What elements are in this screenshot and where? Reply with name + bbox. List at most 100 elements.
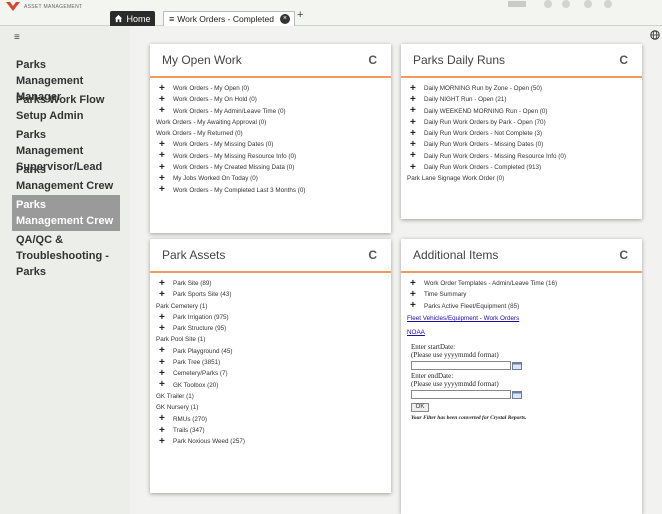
- expand-plus-icon[interactable]: +: [159, 346, 168, 356]
- sidebar-item-parks-work-flow-setup-admin[interactable]: Parks Work Flow Setup Admin: [12, 90, 120, 126]
- tab-work-orders-completed[interactable]: ≡ Work Orders - Completed ×: [163, 11, 295, 26]
- expand-plus-icon[interactable]: +: [159, 289, 168, 300]
- panel-title: My Open Work: [162, 53, 242, 67]
- list-item[interactable]: Park Pool Site (1): [156, 334, 385, 345]
- list-item[interactable]: GK Trailer (1): [156, 391, 385, 402]
- fleet-vehicles-work-orders-link[interactable]: Fleet Vehicles/Equipment - Work Orders: [407, 312, 636, 326]
- list-item-label: Work Orders - My Missing Dates (0): [173, 141, 274, 149]
- list-item-label: Cemetery/Parks (7): [173, 370, 228, 378]
- expand-plus-icon[interactable]: +: [410, 106, 419, 116]
- tab-home[interactable]: Home: [110, 11, 155, 26]
- list-item[interactable]: + Daily Run Work Orders - Completed (913): [407, 162, 636, 173]
- panel-my-open-work: My Open Work C + Work Orders - My Open (0…: [150, 44, 391, 233]
- expand-plus-icon[interactable]: +: [159, 357, 168, 368]
- refresh-icon[interactable]: C: [619, 53, 628, 67]
- list-item[interactable]: + Work Order Templates - Admin/Leave Time…: [407, 278, 636, 289]
- expand-plus-icon[interactable]: +: [159, 414, 168, 424]
- close-tab-icon[interactable]: ×: [279, 14, 290, 24]
- list-item[interactable]: + Work Orders - My Admin/Leave Time (0): [156, 106, 385, 117]
- expand-plus-icon[interactable]: +: [410, 83, 419, 94]
- expand-plus-icon[interactable]: +: [410, 117, 419, 128]
- list-item[interactable]: + Work Orders - My Open (0): [156, 83, 385, 94]
- ok-button[interactable]: OK: [411, 402, 429, 412]
- list-item[interactable]: + Work Orders - My Created Missing Data (…: [156, 162, 385, 173]
- expand-plus-icon[interactable]: +: [410, 301, 419, 311]
- sidebar-item-parks-management-crew[interactable]: Parks Management Crew: [12, 195, 120, 231]
- list-item[interactable]: + RMUs (270): [156, 414, 385, 425]
- expand-plus-icon[interactable]: +: [410, 162, 419, 173]
- list-item[interactable]: + Park Sports Site (43): [156, 289, 385, 300]
- expand-plus-icon[interactable]: +: [159, 174, 168, 184]
- list-item[interactable]: + Park Structure (95): [156, 323, 385, 334]
- list-item[interactable]: + Parks Active Fleet/Equipment (85): [407, 301, 636, 312]
- start-date-format-hint: (Please use yyyymmdd format): [411, 351, 499, 360]
- list-item[interactable]: GK Nursery (1): [156, 402, 385, 413]
- list-item[interactable]: + Park Playground (45): [156, 346, 385, 357]
- list-item[interactable]: + Work Orders - My On Hold (0): [156, 94, 385, 105]
- expand-plus-icon[interactable]: +: [159, 369, 168, 379]
- expand-plus-icon[interactable]: +: [159, 151, 168, 161]
- expand-plus-icon[interactable]: +: [159, 162, 168, 173]
- expand-plus-icon[interactable]: +: [159, 380, 168, 390]
- refresh-icon[interactable]: C: [368, 248, 377, 262]
- expand-plus-icon[interactable]: +: [159, 312, 168, 323]
- list-item[interactable]: + My Jobs Worked On Today (0): [156, 173, 385, 184]
- hamburger-menu-icon[interactable]: ≡: [14, 32, 20, 43]
- expand-plus-icon[interactable]: +: [410, 128, 419, 139]
- list-item[interactable]: + Trails (347): [156, 425, 385, 436]
- expand-plus-icon[interactable]: +: [159, 140, 168, 150]
- globe-icon[interactable]: [650, 30, 660, 40]
- list-item[interactable]: + Work Orders - My Missing Dates (0): [156, 139, 385, 150]
- expand-plus-icon[interactable]: +: [159, 425, 168, 436]
- expand-plus-icon[interactable]: +: [410, 140, 419, 150]
- list-item[interactable]: + Daily MORNING Run by Zone - Open (50): [407, 83, 636, 94]
- calendar-icon[interactable]: [512, 390, 522, 399]
- sidebar-item-qa-qc-troubleshooting-parks[interactable]: QA/QC & Troubleshooting - Parks: [12, 230, 120, 282]
- tab-active-label: Work Orders - Completed: [177, 14, 274, 24]
- list-item-label: Trails (347): [173, 426, 205, 434]
- expand-plus-icon[interactable]: +: [159, 436, 168, 447]
- start-date-row: [407, 360, 636, 372]
- list-item[interactable]: + Park Site (89): [156, 278, 385, 289]
- expand-plus-icon[interactable]: +: [410, 289, 419, 300]
- expand-plus-icon[interactable]: +: [410, 278, 419, 289]
- expand-plus-icon[interactable]: +: [159, 106, 168, 116]
- list-item-label: Work Orders - My Completed Last 3 Months…: [173, 186, 306, 194]
- list-item[interactable]: + Daily NIGHT Run - Open (21): [407, 94, 636, 105]
- list-item[interactable]: Park Lane Signage Work Order (0): [407, 173, 636, 184]
- expand-plus-icon[interactable]: +: [159, 83, 168, 94]
- list-item[interactable]: + Cemetery/Parks (7): [156, 368, 385, 379]
- noaa-link[interactable]: NOAA: [407, 326, 636, 340]
- list-item[interactable]: + Daily WEEKEND MORNING Run - Open (0): [407, 106, 636, 117]
- list-item[interactable]: Work Orders - My Awaiting Approval (0): [156, 117, 385, 128]
- expand-plus-icon[interactable]: +: [159, 323, 168, 334]
- list-item[interactable]: + GK Toolbox (20): [156, 380, 385, 391]
- refresh-icon[interactable]: C: [619, 248, 628, 262]
- crystal-reports-note: Your Filter has been converted for Cryst…: [411, 414, 527, 421]
- expand-plus-icon[interactable]: +: [159, 278, 168, 289]
- expand-plus-icon[interactable]: +: [410, 94, 419, 105]
- list-item-label: Daily MORNING Run by Zone - Open (50): [424, 85, 542, 92]
- list-item[interactable]: + Work Orders - My Completed Last 3 Month…: [156, 185, 385, 196]
- list-item[interactable]: + Daily Run Work Orders - Missing Dates (…: [407, 139, 636, 150]
- list-item[interactable]: + Park Irrigation (975): [156, 312, 385, 323]
- expand-plus-icon[interactable]: +: [159, 185, 168, 195]
- panel-body: + Park Site (89) + Park Sports Site (43) Par…: [150, 273, 391, 452]
- expand-plus-icon[interactable]: +: [410, 151, 419, 161]
- list-item[interactable]: Work Orders - My Returned (0): [156, 128, 385, 139]
- list-item[interactable]: + Park Noxious Weed (257): [156, 436, 385, 447]
- list-item[interactable]: + Daily Run Work Orders by Park - Open (7…: [407, 117, 636, 128]
- list-item[interactable]: + Daily Run Work Orders - Missing Resourc…: [407, 151, 636, 162]
- top-bar: ASSET MANAGEMENT Home ≡ Work Orders - Co…: [0, 0, 662, 26]
- expand-plus-icon[interactable]: +: [159, 94, 168, 105]
- refresh-icon[interactable]: C: [368, 53, 377, 67]
- list-item[interactable]: + Time Summary: [407, 289, 636, 300]
- calendar-icon[interactable]: [512, 361, 522, 370]
- end-date-input[interactable]: [411, 390, 511, 400]
- add-tab-button[interactable]: +: [297, 9, 303, 21]
- list-item[interactable]: + Daily Run Work Orders - Not Complete (3…: [407, 128, 636, 139]
- list-item[interactable]: + Work Orders - My Missing Resource Info …: [156, 151, 385, 162]
- list-item[interactable]: + Park Tree (3851): [156, 357, 385, 368]
- start-date-input[interactable]: [411, 361, 511, 371]
- list-item[interactable]: Park Cemetery (1): [156, 301, 385, 312]
